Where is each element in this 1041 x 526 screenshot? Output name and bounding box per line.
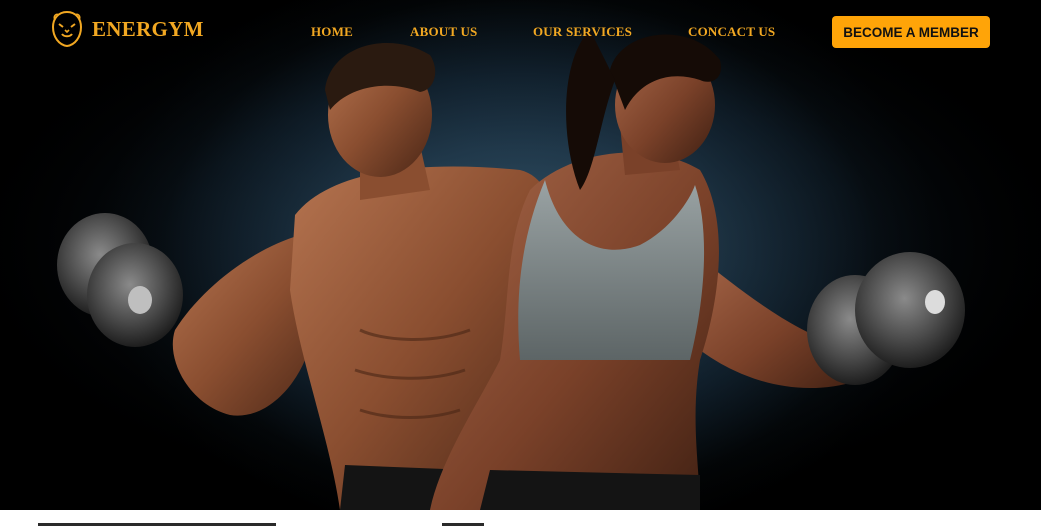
brand-name: ENERGYM <box>92 16 204 41</box>
page: ENERGYM HOME ABOUT US OUR SERVICES CONCA… <box>0 0 1041 526</box>
nav-our-services[interactable]: OUR SERVICES <box>533 24 632 40</box>
lion-head-icon <box>50 10 84 48</box>
nav-contact-us[interactable]: CONCACT US <box>688 24 775 40</box>
nav-home[interactable]: HOME <box>311 24 353 40</box>
hero-section <box>0 0 1041 510</box>
become-member-button[interactable]: BECOME A MEMBER <box>832 16 990 48</box>
nav-about-us[interactable]: ABOUT US <box>410 24 477 40</box>
hero-image <box>0 0 1041 510</box>
navbar: ENERGYM HOME ABOUT US OUR SERVICES CONCA… <box>0 0 1041 62</box>
brand-logo[interactable]: ENERGYM <box>50 10 204 48</box>
section-divider <box>0 510 1041 526</box>
